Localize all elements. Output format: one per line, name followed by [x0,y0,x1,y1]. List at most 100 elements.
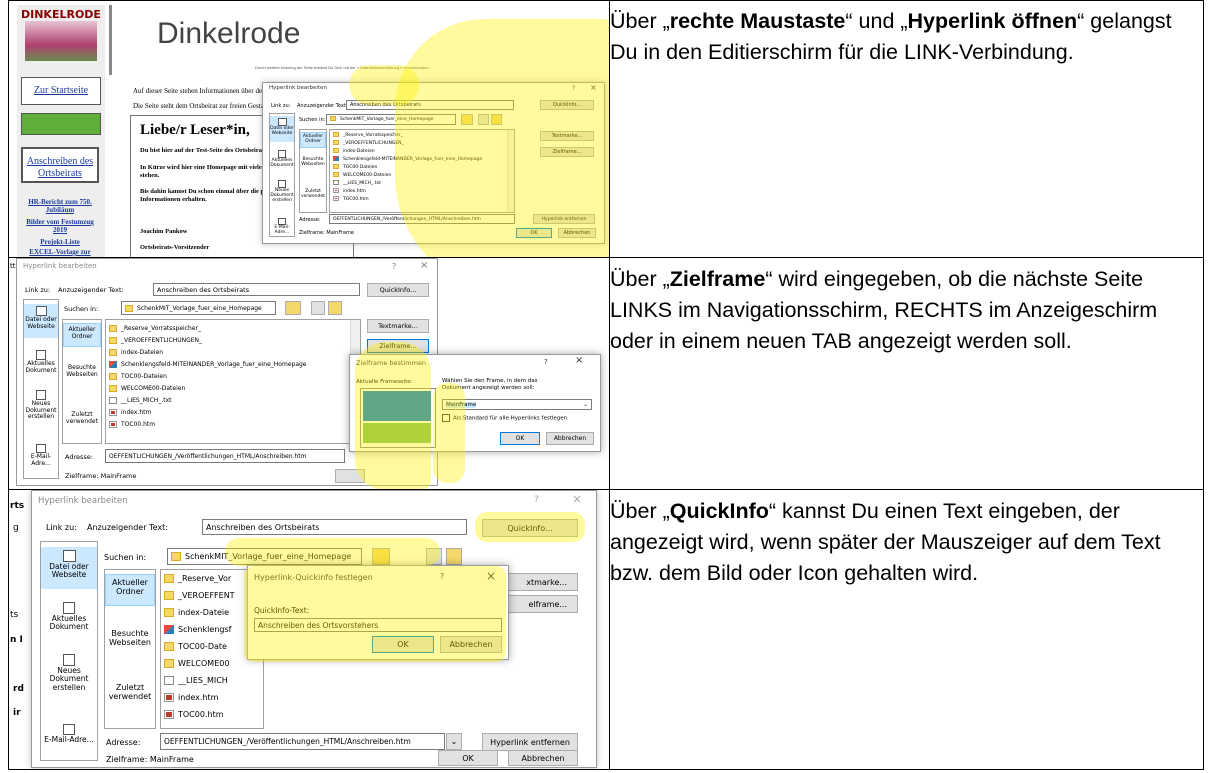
ok-button-partial[interactable] [335,469,365,483]
file-item[interactable]: WELCOME00 [164,659,229,668]
search-folder-select[interactable]: SchenkMIT_Vorlage_fuer_eine_Homepage [326,114,456,125]
file-item[interactable]: _Reserve_Vor [164,574,231,583]
sidebar-item-file[interactable]: Datei oder Webseite [270,116,294,142]
ok-button[interactable]: OK [500,432,540,445]
file-item[interactable]: _Reserve_Vorratsspeicher_ [333,132,403,138]
quickinfo-text-input[interactable]: Anschreiben des Ortsvorstehers [254,618,502,632]
folder-up-button[interactable] [285,301,301,315]
display-text-input[interactable]: Anschreiben des Ortsbeirats [202,519,467,535]
default-checkbox-row[interactable]: Als Standard für alle Hyperlinks festleg… [442,414,567,422]
remove-hyperlink-button[interactable]: Hyperlink entfernen [533,214,595,224]
location-current-folder[interactable]: Aktueller Ordner [300,132,326,148]
sidebar-item-current[interactable]: Aktuelles Dokument [24,350,58,380]
address-input[interactable]: OEFFENTLICHUNGEN_/Veröffentlichungen_HTM… [160,733,445,750]
location-current-folder[interactable]: Aktueller Ordner [63,323,101,347]
file-item[interactable]: Schenklengsfeld-MITEINANDER_Vorlage_fuer… [333,156,482,162]
location-visited[interactable]: Besuchte Webseiten [300,157,326,174]
file-item[interactable]: TOC00.htm [109,421,155,428]
file-item[interactable]: WELCOME00-Dateien [109,385,185,392]
close-button[interactable]: × [575,355,583,366]
search-folder-select[interactable]: SchenkMIT_Vorlage_fuer_eine_Homepage [167,548,362,565]
folder-up-button[interactable] [461,114,473,125]
browse-file-button[interactable] [446,548,462,565]
search-folder-select[interactable]: SchenkMIT_Vorlage_fuer_eine_Homepage [121,301,276,315]
file-item[interactable]: TOC00.htm [333,196,369,202]
display-text-input[interactable]: Anschreiben des Ortsbeirats [153,283,360,296]
file-list-scrollbar[interactable] [507,130,514,212]
display-text-input[interactable]: Anschreiben des Ortsbeirats [346,100,514,110]
nav-link-hr[interactable]: HR-Bericht zum 750. Jubiläum [21,198,99,214]
file-item[interactable]: _Reserve_Vorratsspeicher_ [109,325,201,332]
location-recent[interactable]: Zuletzt verwendet [105,683,155,712]
cancel-button[interactable]: Abbrechen [558,228,596,238]
ok-button[interactable]: OK [438,750,498,766]
file-item[interactable]: index-Dateie [164,608,229,617]
cancel-button[interactable]: Abbrechen [546,432,594,445]
file-item[interactable]: index-Dateien [109,349,163,356]
help-button[interactable]: ? [440,572,444,581]
file-item[interactable]: _VEROEFFENT [164,591,235,600]
sidebar-item-new[interactable]: Neues Dokument erstellen [24,390,58,430]
address-input[interactable]: OEFFENTLICHUNGEN_/Veröffentlichungen_HTM… [329,214,515,224]
zielframe-button[interactable]: Zielframe... [367,339,429,353]
browse-web-button[interactable] [311,301,325,315]
file-item[interactable]: index.htm [164,693,218,702]
file-item[interactable]: _VEROEFFENTLICHUNGEN_ [109,337,202,344]
close-button[interactable]: × [420,260,428,271]
nav-link-projekt[interactable]: Projekt-Liste [21,238,99,246]
sidebar-item-new[interactable]: Neues Dokument erstellen [270,180,294,208]
location-recent[interactable]: Zuletzt verwendet [300,189,326,206]
nav-link-excel[interactable]: EXCEL-Vorlage zur Bearbeitung der [21,248,99,257]
file-item[interactable]: __LIES_MICH_.txt [333,180,381,186]
textmarke-button[interactable]: Textmarke... [367,319,429,333]
sidebar-item-file[interactable]: Datei oder Webseite [24,304,58,338]
file-item[interactable]: TOC00.htm [164,710,224,719]
sidebar-item-email[interactable]: E-Mail-Adre... [24,444,58,468]
help-button[interactable]: ? [544,358,548,366]
ok-button[interactable]: OK [372,636,434,653]
browse-web-button[interactable] [478,114,489,125]
file-item[interactable]: index-Dateien [333,148,375,154]
file-item[interactable]: Schenklengsfeld-MITEINANDER_Vorlage_fuer… [109,361,307,368]
remove-hyperlink-button[interactable]: Hyperlink entfernen [482,733,578,751]
file-item[interactable]: index.htm [109,409,151,416]
zielframe-button-partial[interactable]: elframe... [508,595,578,613]
textmarke-button[interactable]: Textmarke... [540,131,594,141]
file-item[interactable]: __LIES_MICH [164,676,228,685]
frame-preview-top[interactable] [363,391,431,421]
file-item[interactable]: TOC00-Dateien [109,373,167,380]
sidebar-item-current[interactable]: Aktuelles Dokument [41,602,97,638]
checkbox[interactable] [442,414,450,422]
file-item[interactable]: WELCOME00-Dateien [333,172,391,178]
nav-link-anschreiben[interactable]: Anschreiben des Ortsbeirats [21,147,99,183]
quickinfo-button[interactable]: QuickInfo... [482,519,578,537]
file-item[interactable]: __LIES_MICH_.txt [109,397,172,404]
address-dropdown[interactable]: ⌄ [446,733,462,750]
sidebar-item-new[interactable]: Neues Dokument erstellen [41,654,97,704]
help-button[interactable]: ? [572,85,575,92]
folder-up-button[interactable] [372,548,390,565]
quickinfo-button[interactable]: QuickInfo... [540,100,594,110]
help-button[interactable]: ? [392,262,396,271]
browse-file-button[interactable] [491,114,502,125]
file-item[interactable]: index.htm [333,188,366,194]
sidebar-item-email[interactable]: E-Mail-Adre... [41,724,97,754]
frame-preview-bottom[interactable] [363,423,431,443]
sidebar-item-current[interactable]: Aktuelles Dokument [270,150,294,172]
close-button[interactable]: × [572,492,582,506]
file-item[interactable]: Schenklengsf [164,625,231,634]
location-recent[interactable]: Zuletzt verwendet [63,411,101,434]
browse-file-button[interactable] [328,301,342,315]
help-button[interactable]: ? [534,495,539,505]
browse-web-button[interactable] [426,548,442,565]
ok-button[interactable]: OK [516,228,552,238]
sidebar-item-email[interactable]: E-Mail-Adre... [270,218,294,236]
sidebar-item-file[interactable]: Datei oder Webseite [41,547,97,589]
file-item[interactable]: TOC00-Date [164,642,227,651]
close-button[interactable]: × [486,569,496,583]
quickinfo-button[interactable]: QuickInfo... [367,283,429,297]
textmarke-button-partial[interactable]: xtmarke... [508,573,578,591]
location-visited[interactable]: Besuchte Webseiten [105,629,155,658]
file-item[interactable]: _VEROEFFENTLICHUNGEN_ [333,140,404,146]
cancel-button[interactable]: Abbrechen [440,636,502,653]
